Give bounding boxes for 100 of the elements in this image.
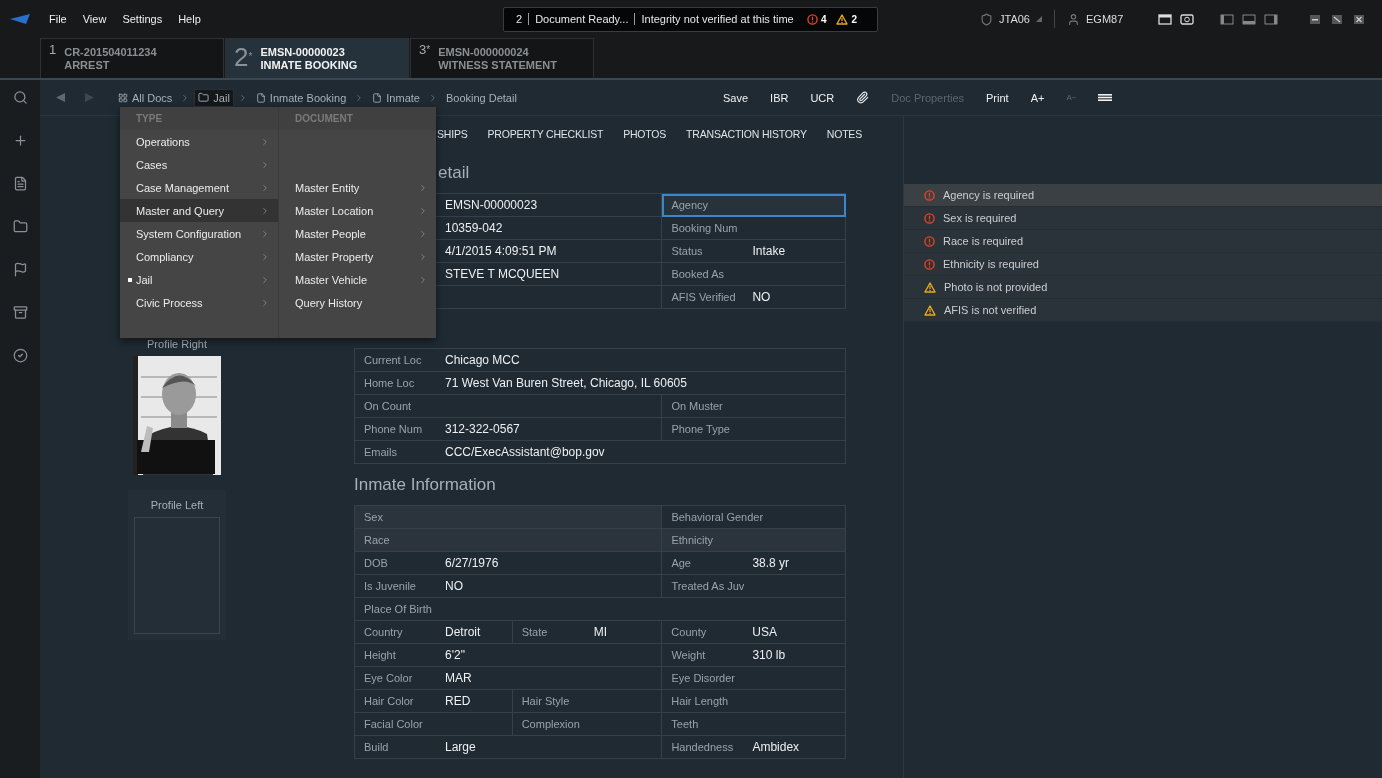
breadcrumb-link[interactable]: Inmate Booking [251, 88, 351, 107]
plus-icon[interactable] [12, 133, 28, 148]
chevron-icon [260, 136, 270, 147]
form-cell: Country Detroit [355, 621, 513, 644]
menu-item[interactable]: Master and Query [120, 199, 278, 222]
validation-item[interactable]: AFIS is not verified [904, 299, 1382, 322]
form-cell: Build Large [355, 736, 663, 759]
menu-item[interactable]: Cases [120, 153, 278, 176]
breadcrumb-link[interactable]: Inmate [368, 88, 424, 107]
panel-icon[interactable] [1158, 13, 1172, 25]
menu-item[interactable]: Case Management [120, 176, 278, 199]
form-cell: Phone Type [662, 418, 846, 441]
form-cell: Home Loc 71 West Van Buren Street, Chicago, IL 60605 [355, 372, 846, 395]
document-tab[interactable]: 2$^{*}$ EMSN-00000023 INMATE BOOKING [225, 38, 409, 78]
menu-item[interactable]: Jail [120, 268, 278, 291]
form-cell: Emails CCC/ExecAssistant@bop.gov [355, 441, 846, 464]
document-tab[interactable]: 1 CR-201504011234 ARREST [40, 38, 224, 78]
form-cell: Current Loc Chicago MCC [355, 349, 846, 372]
flag-icon[interactable] [12, 262, 28, 277]
chevron-icon [260, 274, 270, 285]
menu-icon [1098, 94, 1113, 101]
validation-item[interactable]: Race is required [904, 230, 1382, 253]
form-cell: Booked As [662, 263, 846, 286]
chevron-icon [260, 251, 270, 262]
form-cell: AFIS Verified NO [662, 286, 846, 309]
user-label[interactable]: EGM87 [1086, 13, 1124, 25]
toolbar-button[interactable]: Print [977, 87, 1018, 108]
camera-icon[interactable] [1180, 13, 1194, 25]
error-icon [924, 258, 935, 270]
photo-card[interactable]: Profile Left [128, 490, 226, 640]
chevron-icon [260, 205, 270, 216]
section-tab[interactable]: PROPERTY CHECKLIST [487, 128, 604, 140]
chevron-icon [260, 159, 270, 170]
toolbar-button[interactable]: UCR [801, 87, 844, 108]
minimize-icon[interactable] [1308, 13, 1322, 25]
form-cell: Race [355, 529, 663, 552]
toolbar-button[interactable]: IBR [761, 87, 798, 108]
caret-icon[interactable] [1036, 16, 1042, 22]
menu-item[interactable]: Compliancy [120, 245, 278, 268]
section-tab[interactable]: SHIPS [437, 128, 468, 140]
menu-item[interactable]: Civic Process [120, 291, 278, 314]
menu-item[interactable]: System Configuration [120, 222, 278, 245]
check-circle-icon[interactable] [12, 348, 28, 363]
toolbar-button[interactable]: A+ [1021, 87, 1054, 108]
form-cell: On Muster [662, 395, 846, 418]
section-tab[interactable]: NOTES [826, 128, 862, 140]
bottom-panel-icon[interactable] [1242, 13, 1256, 25]
close-icon[interactable] [1352, 13, 1366, 25]
section-tab[interactable]: TRANSACTION HISTORY [686, 128, 807, 140]
menu-item[interactable]: File [49, 13, 67, 25]
form-cell: County USA [662, 621, 846, 644]
right-panel-icon[interactable] [1264, 13, 1278, 25]
form-cell: Booking Num [662, 217, 846, 240]
breadcrumb-link[interactable]: All Docs [114, 88, 177, 107]
menu-item[interactable]: Operations [120, 130, 278, 153]
validation-item[interactable]: Ethnicity is required [904, 253, 1382, 276]
form-cell: Teeth [662, 713, 846, 736]
menu-item[interactable]: Query History [279, 291, 436, 314]
section-tab[interactable]: PHOTOS [623, 128, 667, 140]
form-cell: Height 6'2" [355, 644, 663, 667]
form-cell: Phone Num 312-322-0567 [355, 418, 663, 441]
toolbar-button[interactable]: Save [714, 87, 758, 108]
back-icon[interactable] [56, 93, 65, 102]
menu-item[interactable]: Settings [122, 13, 163, 25]
validation-item[interactable]: Sex is required [904, 207, 1382, 230]
document-icon[interactable] [12, 176, 28, 191]
shield-icon [980, 12, 993, 26]
error-icon [924, 235, 935, 247]
column-header: DOCUMENT [295, 113, 353, 124]
section-title: etail [438, 162, 470, 183]
chevron-icon [260, 182, 270, 193]
search-icon[interactable] [12, 90, 28, 105]
form-cell: Eye Disorder [662, 667, 846, 690]
breadcrumb-link[interactable]: Booking Detail [441, 88, 521, 107]
column-header: TYPE [136, 113, 163, 124]
validation-item[interactable]: Agency is required [904, 184, 1382, 207]
maximize-icon[interactable] [1330, 13, 1344, 25]
form-cell: Hair Length [662, 690, 846, 713]
agency-label[interactable]: JTA06 [999, 13, 1030, 25]
archive-icon[interactable] [12, 305, 28, 320]
form-cell: Eye Color MAR [355, 667, 663, 690]
photo-label: Profile Right [146, 338, 208, 352]
folder-icon [198, 92, 210, 103]
validation-item[interactable]: Photo is not provided [904, 276, 1382, 299]
sidebar-icon[interactable] [1220, 13, 1234, 25]
form-cell: Sex [355, 506, 663, 529]
photo-label: Profile Left [149, 499, 205, 513]
form-cell: Age 38.8 yr [662, 552, 846, 575]
form-cell: Weight 310 lb [662, 644, 846, 667]
file-icon [372, 92, 383, 103]
warning-icon [924, 304, 936, 316]
breadcrumb-link[interactable]: Jail [194, 88, 234, 107]
menu-item[interactable]: Help [178, 13, 201, 25]
form-cell: Ethnicity [662, 529, 846, 552]
error-icon [924, 189, 935, 201]
status-bar[interactable]: 2 Document Ready... Integrity not verified at this time 4 2 [503, 6, 878, 32]
folder-icon[interactable] [12, 219, 28, 234]
form-cell: Facial Color [355, 713, 513, 736]
input-field[interactable]: Agency [662, 194, 846, 217]
menu-item[interactable]: View [82, 13, 107, 25]
